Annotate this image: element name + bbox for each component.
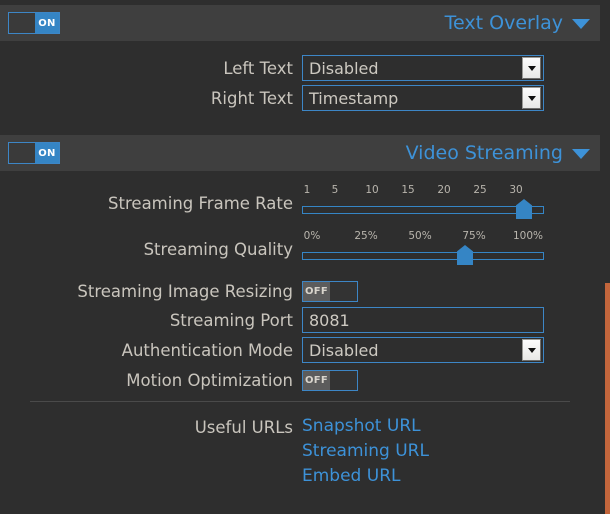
streaming-port-input[interactable] — [302, 307, 544, 333]
frame-rate-slider-handle[interactable] — [516, 199, 532, 219]
section-title-label: Video Streaming — [405, 142, 563, 164]
tick-label: 0% — [303, 230, 321, 242]
left-text-field: Disabled — [302, 55, 544, 81]
snapshot-url-link[interactable]: Snapshot URL — [302, 414, 429, 439]
row-streaming-frame-rate: Streaming Frame Rate 1 5 10 15 20 25 30 — [0, 184, 610, 222]
streaming-image-resizing-label: Streaming Image Resizing — [77, 281, 293, 301]
frame-rate-tick-labels: 1 5 10 15 20 25 30 — [302, 184, 544, 199]
tick-label: 25% — [354, 230, 378, 242]
streaming-frame-rate-label: Streaming Frame Rate — [108, 193, 293, 213]
quality-slider-handle[interactable] — [457, 245, 473, 265]
caret-down-icon — [527, 347, 536, 353]
streaming-quality-slider[interactable]: 0% 25% 50% 75% 100% — [302, 230, 544, 268]
video-streaming-enable-toggle[interactable]: ON — [8, 142, 60, 164]
authentication-mode-select[interactable]: Disabled — [302, 337, 544, 363]
streaming-port-label: Streaming Port — [169, 310, 293, 330]
left-text-dropdown-button[interactable] — [522, 57, 541, 79]
caret-down-icon — [527, 95, 536, 101]
right-text-value: Timestamp — [309, 88, 399, 108]
row-streaming-port: Streaming Port — [0, 305, 610, 335]
tick-label: 30 — [509, 184, 523, 196]
right-text-label: Right Text — [210, 88, 293, 108]
row-streaming-image-resizing: Streaming Image Resizing OFF — [0, 276, 610, 306]
toggle-knob — [330, 370, 357, 390]
chevron-down-icon[interactable] — [572, 19, 590, 29]
tick-label: 15 — [401, 184, 415, 196]
section-title-video-streaming[interactable]: Video Streaming — [406, 135, 590, 171]
section-title-label: Text Overlay — [444, 12, 563, 34]
streaming-frame-rate-slider[interactable]: 1 5 10 15 20 25 30 — [302, 184, 544, 222]
caret-down-icon — [527, 65, 536, 71]
row-motion-optimization: Motion Optimization OFF — [0, 365, 610, 395]
section-title-text-overlay[interactable]: Text Overlay — [445, 5, 590, 41]
row-left-text: Left Text Disabled — [0, 53, 610, 83]
toggle-knob — [9, 143, 35, 163]
section-header-video-streaming: ON Video Streaming — [0, 135, 600, 171]
section-divider — [30, 401, 570, 402]
authentication-mode-dropdown-button[interactable] — [522, 339, 541, 361]
authentication-mode-label: Authentication Mode — [121, 340, 293, 360]
useful-urls-list: Snapshot URL Streaming URL Embed URL — [302, 414, 429, 489]
streaming-image-resizing-field: OFF — [302, 280, 358, 302]
left-text-value: Disabled — [309, 58, 379, 78]
streaming-url-link[interactable]: Streaming URL — [302, 439, 429, 464]
row-authentication-mode: Authentication Mode Disabled — [0, 335, 610, 365]
toggle-state-label: ON — [35, 13, 59, 33]
tick-label: 1 — [303, 184, 311, 196]
quality-tick-labels: 0% 25% 50% 75% 100% — [302, 230, 544, 245]
settings-panel: ON Text Overlay Left Text Disabled Right… — [0, 0, 610, 514]
tick-label: 100% — [512, 230, 544, 242]
streaming-quality-field: 0% 25% 50% 75% 100% — [302, 230, 544, 268]
left-text-label: Left Text — [223, 58, 293, 78]
left-text-select[interactable]: Disabled — [302, 55, 544, 81]
right-text-select[interactable]: Timestamp — [302, 85, 544, 111]
right-text-dropdown-button[interactable] — [522, 87, 541, 109]
right-text-field: Timestamp — [302, 85, 544, 111]
streaming-quality-label: Streaming Quality — [143, 239, 293, 259]
embed-url-link[interactable]: Embed URL — [302, 464, 429, 489]
tick-label: 5 — [331, 184, 339, 196]
streaming-frame-rate-field: 1 5 10 15 20 25 30 — [302, 184, 544, 222]
toggle-knob — [330, 281, 357, 301]
toggle-state-label: ON — [35, 143, 59, 163]
chevron-down-icon[interactable] — [572, 149, 590, 159]
streaming-port-field — [302, 307, 544, 333]
frame-rate-slider-track[interactable] — [302, 206, 544, 214]
tick-label: 50% — [408, 230, 432, 242]
section-header-text-overlay: ON Text Overlay — [0, 5, 600, 41]
toggle-knob — [9, 13, 35, 33]
quality-slider-track[interactable] — [302, 252, 544, 260]
text-overlay-enable-toggle[interactable]: ON — [8, 12, 60, 34]
tick-label: 75% — [462, 230, 486, 242]
motion-optimization-toggle[interactable]: OFF — [302, 369, 358, 391]
tick-label: 20 — [437, 184, 451, 196]
streaming-image-resizing-toggle[interactable]: OFF — [302, 280, 358, 302]
tick-label: 10 — [365, 184, 379, 196]
right-edge-indicator-bar[interactable] — [605, 283, 610, 514]
motion-optimization-field: OFF — [302, 369, 358, 391]
toggle-state-label: OFF — [303, 281, 330, 301]
row-streaming-quality: Streaming Quality 0% 25% 50% 75% 100% — [0, 230, 610, 268]
motion-optimization-label: Motion Optimization — [126, 370, 293, 390]
row-right-text: Right Text Timestamp — [0, 83, 610, 113]
authentication-mode-value: Disabled — [309, 340, 379, 360]
tick-label: 25 — [473, 184, 487, 196]
toggle-state-label: OFF — [303, 370, 330, 390]
useful-urls-label: Useful URLs — [194, 418, 293, 437]
authentication-mode-field: Disabled — [302, 337, 544, 363]
